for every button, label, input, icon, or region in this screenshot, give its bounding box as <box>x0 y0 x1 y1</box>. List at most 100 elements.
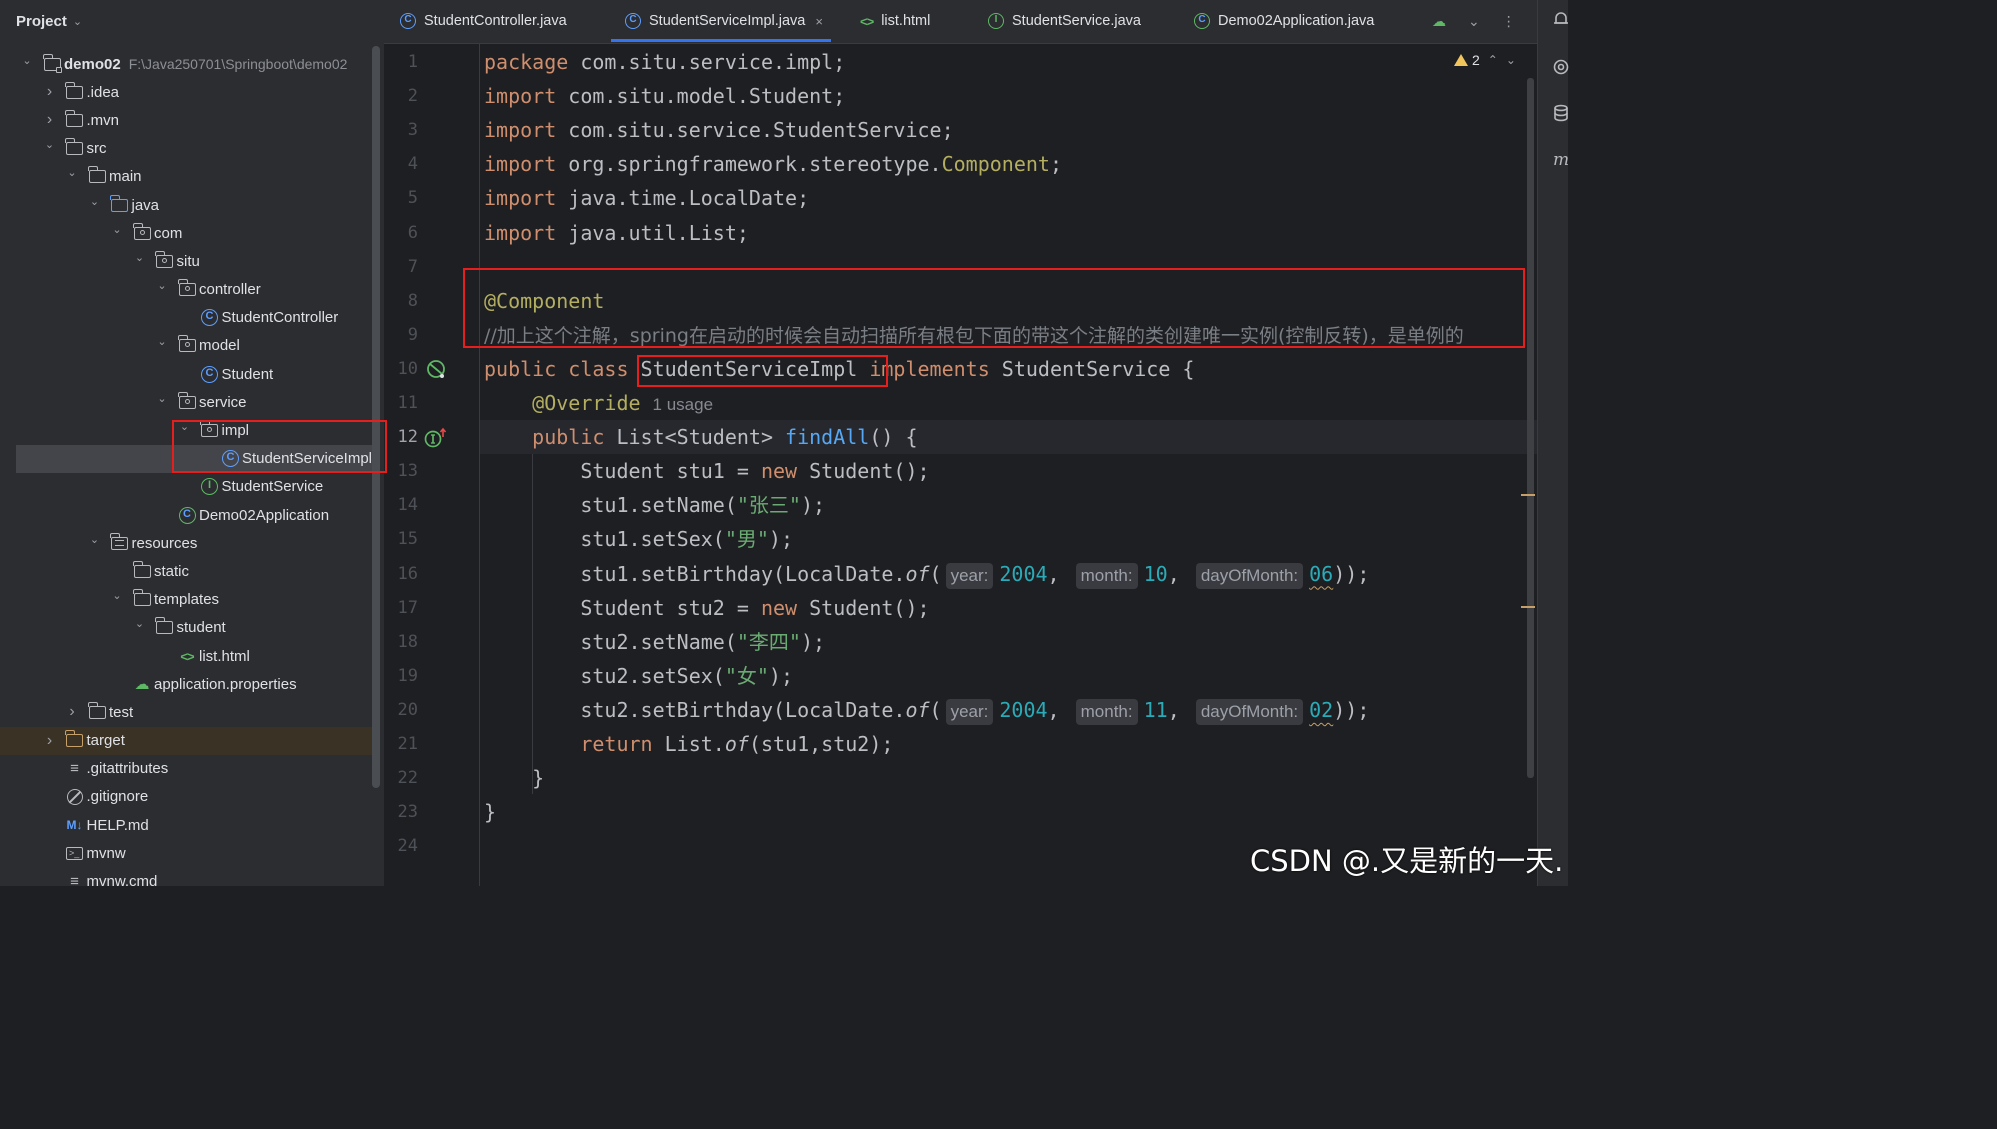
code-line[interactable]: stu2.setName("李四"); <box>484 625 825 659</box>
code-editor[interactable]: 1 2 3 4 5 6 7 8 9 10 11 12 13 14 15 16 17 18 19 20 21 22 23 24 … <box>384 44 1537 886</box>
tree-item-java[interactable]: ⌄ java <box>0 191 372 219</box>
next-highlight-icon[interactable]: ⌄ <box>1506 53 1516 67</box>
code-line[interactable]: import java.time.LocalDate; <box>484 181 809 215</box>
chevron-right-icon[interactable]: › <box>43 111 57 129</box>
chevron-down-icon[interactable]: ⌄ <box>88 533 102 546</box>
tree-item-mvnw[interactable]: >_ mvnw <box>0 839 372 867</box>
code-line[interactable]: @Component <box>484 284 604 318</box>
tree-item-gitattributes[interactable]: ≡ .gitattributes <box>0 755 372 783</box>
tree-item-idea[interactable]: › .idea <box>0 78 372 106</box>
code-line[interactable]: Student stu1 = new Student(); <box>484 454 929 488</box>
warning-icon[interactable] <box>1454 54 1468 66</box>
chevron-down-icon[interactable]: ⌄ <box>110 223 124 236</box>
line-number[interactable]: 19 <box>384 666 418 686</box>
usage-hint[interactable]: 1 usage <box>653 395 714 414</box>
line-number[interactable]: 24 <box>384 836 418 856</box>
code-line[interactable]: stu1.setSex("男"); <box>484 522 793 556</box>
inspection-widget[interactable]: 2 ⌃ ⌄ <box>1454 52 1516 68</box>
line-number[interactable]: 16 <box>384 564 418 584</box>
tab-demo02application-java[interactable]: C Demo02Application.java <box>1194 0 1374 42</box>
line-number[interactable]: 6 <box>384 223 418 243</box>
code-line[interactable]: Student stu2 = new Student(); <box>484 591 929 625</box>
tab-list-html[interactable]: <> list.html <box>860 0 930 42</box>
chevron-down-icon[interactable]: ⌄ <box>155 335 169 348</box>
line-number[interactable]: 23 <box>384 802 418 822</box>
tree-item-gitignore[interactable]: .gitignore <box>0 783 372 811</box>
line-number[interactable]: 15 <box>384 529 418 549</box>
line-number[interactable]: 13 <box>384 461 418 481</box>
editor-scrollbar[interactable] <box>1527 78 1534 778</box>
chevron-right-icon[interactable]: › <box>43 83 57 101</box>
tree-item-studentserviceimpl[interactable]: C StudentServiceImpl <box>16 444 372 473</box>
tree-item-student[interactable]: C Student <box>0 360 372 388</box>
tree-item-controller[interactable]: ⌄ controller <box>0 276 372 304</box>
project-panel-header[interactable]: Project ⌄ <box>0 0 384 42</box>
line-number[interactable]: 9 <box>384 325 418 345</box>
maven-icon[interactable]: m <box>1552 150 1570 168</box>
chevron-down-icon[interactable]: ⌄ <box>110 589 124 602</box>
code-line[interactable]: stu1.setBirthday(LocalDate.of(year: 2004,… <box>484 557 1369 591</box>
code-line[interactable]: import java.util.List; <box>484 216 749 250</box>
line-number[interactable]: 10 <box>384 359 418 379</box>
line-number[interactable]: 8 <box>384 291 418 311</box>
ai-assistant-icon[interactable] <box>1552 58 1570 76</box>
warning-count[interactable]: 2 <box>1472 52 1480 68</box>
line-number[interactable]: 2 <box>384 86 418 106</box>
code-line[interactable]: stu1.setName("张三"); <box>484 488 825 522</box>
previous-highlight-icon[interactable]: ⌃ <box>1488 53 1498 67</box>
warning-stripe-mark[interactable] <box>1521 606 1535 608</box>
tree-item-demo02[interactable]: ⌄ demo02 F:\Java250701\Springboot\demo02 <box>0 50 372 78</box>
project-panel-title[interactable]: Project <box>16 13 67 30</box>
tab-studentcontroller-java[interactable]: C StudentController.java <box>400 0 567 42</box>
spring-bean-icon[interactable] <box>426 359 446 379</box>
line-number[interactable]: 18 <box>384 632 418 652</box>
chevron-right-icon[interactable]: › <box>43 732 57 750</box>
chevron-down-icon[interactable]: ⌄ <box>178 420 192 433</box>
code-line[interactable]: import org.springframework.stereotype.Co… <box>484 147 1062 181</box>
line-number[interactable]: 20 <box>384 700 418 720</box>
tree-item-resources[interactable]: ⌄ resources <box>0 529 372 557</box>
line-number[interactable]: 3 <box>384 120 418 140</box>
tree-item-studentservice[interactable]: I StudentService <box>0 473 372 501</box>
line-number[interactable]: 7 <box>384 257 418 277</box>
implements-method-icon[interactable] <box>424 427 448 449</box>
chevron-down-icon[interactable]: ⌄ <box>20 54 34 67</box>
tree-item-mvnw-cmd[interactable]: ≡ mvnw.cmd <box>0 867 372 886</box>
chevron-down-icon[interactable]: ⌄ <box>43 138 57 151</box>
run-config-icon[interactable]: ☁ <box>1432 13 1446 30</box>
line-number[interactable]: 12 <box>384 427 418 447</box>
code-line[interactable]: public List<Student> findAll() { <box>484 420 917 454</box>
chevron-down-icon[interactable]: ⌄ <box>133 617 147 630</box>
tree-item-test[interactable]: › test <box>0 698 372 726</box>
code-line[interactable]: package com.situ.service.impl; <box>484 45 845 79</box>
chevron-down-icon[interactable]: ⌄ <box>155 279 169 292</box>
editor-gutter[interactable]: 1 2 3 4 5 6 7 8 9 10 11 12 13 14 15 16 17 18 19 20 21 22 23 24 <box>384 44 480 886</box>
tree-item-src[interactable]: ⌄ src <box>0 135 372 163</box>
code-line[interactable]: @Override 1 usage <box>484 386 713 420</box>
code-area[interactable]: package com.situ.service.impl; import com… <box>484 44 1528 886</box>
tree-item-model[interactable]: ⌄ model <box>0 332 372 360</box>
code-line[interactable]: //加上这个注解，spring在启动的时候会自动扫描所有根包下面的带这个注解的类… <box>484 318 1464 352</box>
code-line[interactable]: stu2.setSex("女"); <box>484 659 793 693</box>
tree-item-mvn[interactable]: › .mvn <box>0 106 372 134</box>
tree-item-service[interactable]: ⌄ service <box>0 388 372 416</box>
tree-item-demo02application[interactable]: C Demo02Application <box>0 501 372 529</box>
chevron-down-icon[interactable]: ⌄ <box>133 251 147 264</box>
tab-studentserviceimpl-java[interactable]: C StudentServiceImpl.java × <box>611 0 831 42</box>
tree-item-impl[interactable]: ⌄ impl <box>0 416 372 444</box>
line-number[interactable]: 14 <box>384 495 418 515</box>
line-number[interactable]: 5 <box>384 188 418 208</box>
tree-item-target[interactable]: › target <box>0 726 372 755</box>
more-options-icon[interactable]: ⋮ <box>1502 13 1516 30</box>
line-number[interactable]: 1 <box>384 52 418 72</box>
chevron-down-icon[interactable]: ⌄ <box>65 166 79 179</box>
tree-item-application-properties[interactable]: ☁ application.properties <box>0 670 372 698</box>
tree-item-studentcontroller[interactable]: C StudentController <box>0 304 372 332</box>
project-panel-scrollbar[interactable] <box>372 46 380 788</box>
tree-item-templates[interactable]: ⌄ templates <box>0 586 372 614</box>
chevron-down-icon[interactable]: ⌄ <box>73 15 82 28</box>
line-number[interactable]: 4 <box>384 154 418 174</box>
code-line[interactable]: public class StudentServiceImpl implemen… <box>484 352 1194 386</box>
close-icon[interactable]: × <box>815 14 823 29</box>
code-line[interactable]: return List.of(stu1,stu2); <box>484 727 893 761</box>
